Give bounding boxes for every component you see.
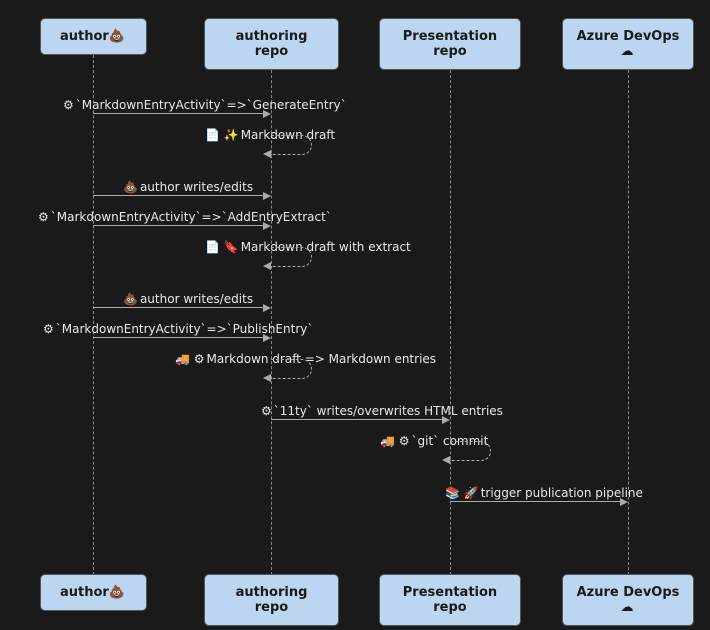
truck-gear-icon: 🚚 ⚙	[380, 434, 410, 448]
poop-icon: 💩	[123, 292, 138, 306]
msg-label: trigger publication pipeline	[481, 486, 643, 500]
truck-gear-icon: 🚚 ⚙	[175, 352, 205, 366]
participant-label: Presentation repo	[403, 29, 497, 59]
lifeline-author	[93, 55, 94, 575]
participant-label: authoring repo	[236, 29, 308, 59]
gear-icon: ⚙	[63, 98, 74, 112]
msg-add-entry-extract: ⚙`MarkdownEntryActivity`=>`AddEntryExtra…	[93, 208, 271, 226]
participant-label: Azure DevOps	[577, 29, 680, 44]
msg-11ty: ⚙`11ty` writes/overwrites HTML entries	[271, 402, 450, 420]
selfloop-extract	[271, 247, 312, 267]
participant-label: Azure DevOps	[577, 585, 680, 600]
msg-label: `MarkdownEntryActivity`=>`AddEntryExtrac…	[51, 210, 332, 224]
participant-author-top: author💩	[40, 18, 147, 55]
selfloop-draft	[271, 135, 312, 155]
msg-writes-edits-1: 💩author writes/edits	[93, 178, 271, 196]
gear-icon: ⚙	[38, 210, 49, 224]
participant-label: author	[60, 585, 109, 600]
msg-generate-entry: ⚙`MarkdownEntryActivity`=>`GenerateEntry…	[93, 96, 271, 114]
msg-label: `MarkdownEntryActivity`=>`PublishEntry`	[56, 322, 314, 336]
selfloop-commit	[450, 441, 491, 461]
poop-icon: 💩	[109, 585, 125, 600]
cloud-icon: ☁	[621, 44, 634, 59]
participant-label: Presentation repo	[403, 585, 497, 615]
poop-icon: 💩	[123, 180, 138, 194]
doc-bookmark-icon: 📄 🔖	[205, 240, 239, 254]
msg-label: Markdown draft with extract	[241, 240, 411, 254]
books-rocket-icon: 📚 🚀	[445, 486, 479, 500]
msg-writes-edits-2: 💩author writes/edits	[93, 290, 271, 308]
msg-draft-extract: 📄 🔖Markdown draft with extract	[205, 238, 455, 256]
sequence-diagram: { "participants": { "author": {"label":"…	[0, 0, 710, 630]
participant-azure-top: Azure DevOps☁	[562, 18, 694, 70]
participant-presentation-top: Presentation repo	[379, 18, 521, 70]
gear-icon: ⚙	[43, 322, 54, 336]
doc-sparkle-icon: 📄 ✨	[205, 128, 239, 142]
msg-label: author writes/edits	[140, 180, 253, 194]
gear-icon: ⚙	[261, 404, 272, 418]
msg-label: `MarkdownEntryActivity`=>`GenerateEntry`	[76, 98, 347, 112]
selfloop-entries	[271, 359, 312, 379]
participant-label: author	[60, 29, 109, 44]
participant-presentation-bottom: Presentation repo	[379, 574, 521, 626]
cloud-icon: ☁	[621, 600, 634, 615]
msg-draft-to-entries: 🚚 ⚙Markdown draft => Markdown entries	[175, 350, 495, 368]
participant-authoring-top: authoring repo	[204, 18, 339, 70]
participant-label: authoring repo	[236, 585, 308, 615]
participant-author-bottom: author💩	[40, 574, 147, 611]
msg-trigger-pipeline: 📚 🚀trigger publication pipeline	[450, 484, 628, 502]
poop-icon: 💩	[109, 29, 125, 44]
participant-azure-bottom: Azure DevOps☁	[562, 574, 694, 626]
participant-authoring-bottom: authoring repo	[204, 574, 339, 626]
msg-publish-entry: ⚙`MarkdownEntryActivity`=>`PublishEntry`	[93, 320, 271, 338]
msg-label: Markdown draft => Markdown entries	[207, 352, 437, 366]
msg-label: author writes/edits	[140, 292, 253, 306]
msg-label: `11ty` writes/overwrites HTML entries	[274, 404, 503, 418]
